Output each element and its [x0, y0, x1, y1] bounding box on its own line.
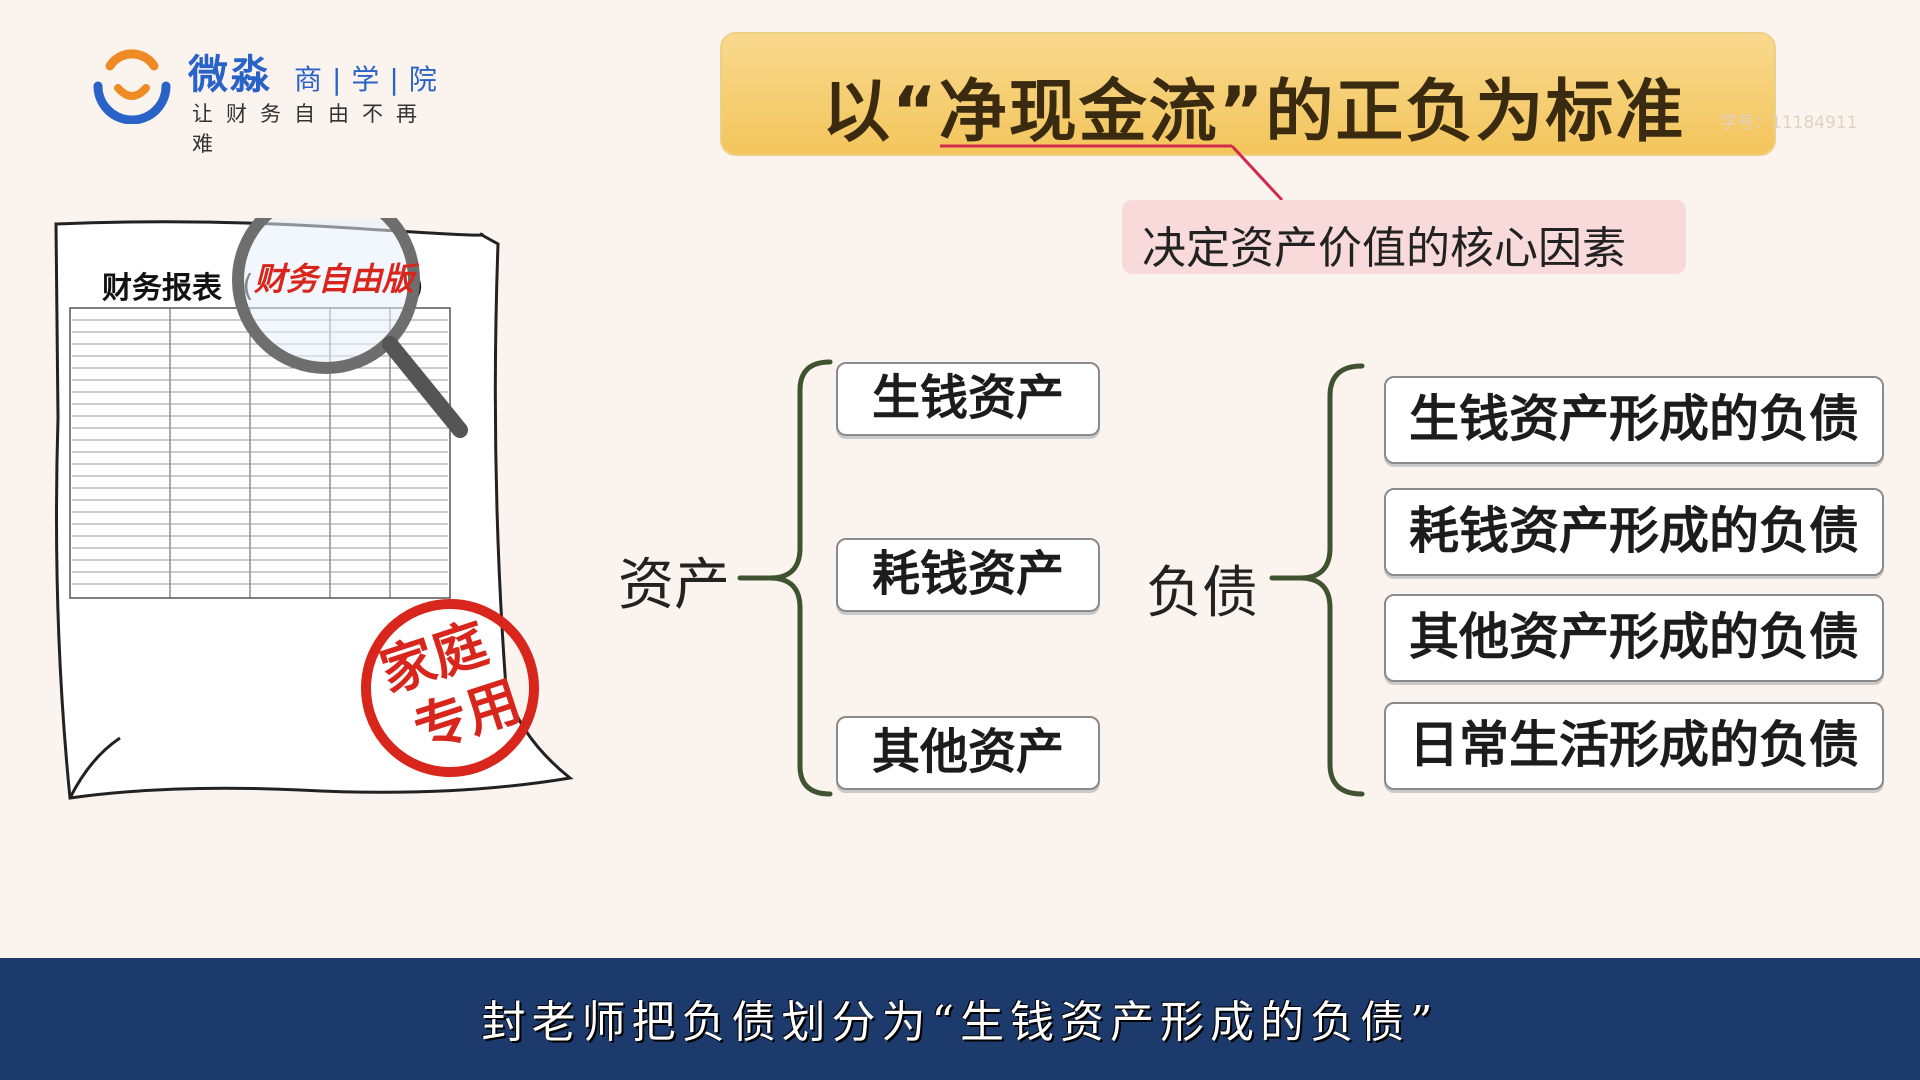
asset-box-other: 其他资产	[836, 716, 1100, 790]
liability-box-other: 其他资产形成的负债	[1384, 594, 1884, 682]
video-caption: 封老师把负债划分为“生钱资产形成的负债”	[481, 997, 1439, 1048]
assets-label: 资产	[618, 553, 730, 618]
asset-box-money-consuming: 耗钱资产	[836, 538, 1100, 612]
liability-box-money-making: 生钱资产形成的负债	[1384, 376, 1884, 464]
video-caption-bar: 封老师把负债划分为“生钱资产形成的负债”	[0, 958, 1920, 1080]
asset-box-money-making: 生钱资产	[836, 362, 1100, 436]
liability-box-money-consuming: 耗钱资产形成的负债	[1384, 488, 1884, 576]
liabilities-label: 负债	[1146, 561, 1258, 626]
liability-box-daily-life: 日常生活形成的负债	[1384, 702, 1884, 790]
